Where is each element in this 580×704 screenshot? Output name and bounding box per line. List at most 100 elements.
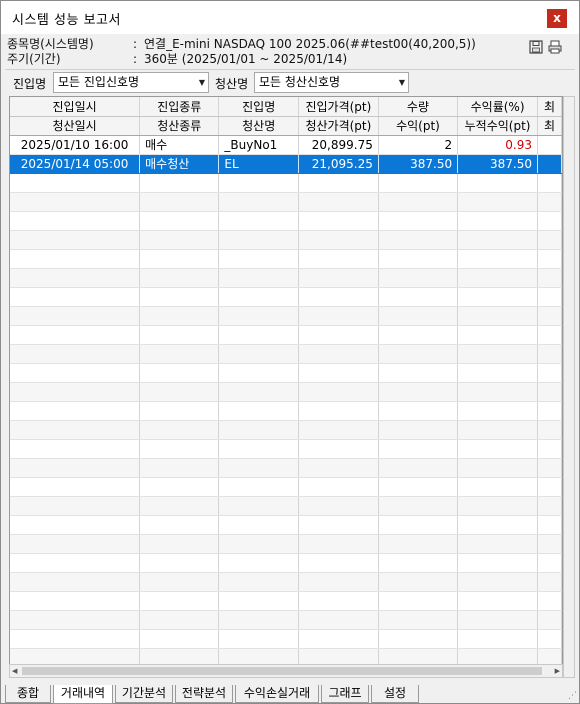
exit-filter-value: 모든 청산신호명: [259, 75, 341, 89]
close-button[interactable]: x: [547, 9, 567, 28]
empty-cell: [378, 477, 459, 497]
colon-separator: :: [133, 37, 138, 51]
empty-cell: [457, 306, 539, 326]
empty-cell: [10, 629, 141, 649]
tab-3[interactable]: 전략분석: [175, 685, 233, 703]
trade-row-entry-cell: 0.93: [457, 135, 539, 155]
empty-row: [10, 382, 562, 402]
empty-cell: [10, 344, 141, 364]
trade-row-exit-cell: 21,095.25: [298, 154, 379, 174]
trade-row-exit-cell: 387.50: [457, 154, 539, 174]
empty-cell: [298, 610, 379, 630]
empty-cell: [457, 287, 539, 307]
empty-cell: [457, 249, 539, 269]
empty-cell: [457, 173, 539, 193]
filter-bar: 진입명 모든 진입신호명 ▼ 청산명 모든 청산신호명 ▼: [5, 69, 575, 95]
empty-row: [10, 211, 562, 231]
empty-cell: [298, 325, 379, 345]
empty-cell: [457, 534, 539, 554]
empty-cell: [378, 268, 459, 288]
tab-0[interactable]: 종합: [5, 685, 51, 703]
empty-cell: [139, 439, 220, 459]
empty-cell: [10, 572, 141, 592]
empty-cell: [298, 306, 379, 326]
trade-row-entry[interactable]: 2025/01/10 16:00 매수 _BuyNo1 20,899.75 2 0.93: [10, 135, 562, 155]
vertical-scrollbar[interactable]: [563, 96, 575, 678]
exit-filter-select[interactable]: 모든 청산신호명 ▼: [254, 72, 409, 93]
empty-cell: [457, 629, 539, 649]
tab-6[interactable]: 설정: [371, 685, 419, 703]
trade-row-entry-cell: _BuyNo1: [218, 135, 299, 155]
empty-row: [10, 268, 562, 288]
print-icon[interactable]: [548, 40, 562, 54]
empty-cell: [139, 496, 220, 516]
report-window: 시스템 성능 보고서 x 종목명(시스템명): 연결_E-mini NASDAQ …: [0, 0, 580, 704]
empty-cell: [218, 401, 299, 421]
header-row-exit-cell: 최: [537, 116, 562, 136]
tab-2[interactable]: 기간분석: [115, 685, 173, 703]
empty-cell: [10, 325, 141, 345]
empty-cell: [10, 496, 141, 516]
horizontal-scroll-thumb[interactable]: [22, 667, 542, 675]
resize-grip-icon[interactable]: ⋰: [568, 691, 577, 701]
empty-cell: [378, 192, 459, 212]
empty-cell: [10, 553, 141, 573]
empty-cell: [139, 211, 220, 231]
empty-cell: [378, 401, 459, 421]
horizontal-scrollbar[interactable]: ◀ ▶: [9, 664, 563, 678]
header-row-entry[interactable]: 진입일시 진입종류 진입명 진입가격(pt) 수량 수익률(%) 최: [10, 97, 562, 117]
empty-cell: [457, 382, 539, 402]
scroll-right-arrow-icon[interactable]: ▶: [555, 667, 560, 675]
empty-row: [10, 249, 562, 269]
empty-cell: [298, 553, 379, 573]
empty-cell: [537, 363, 562, 383]
trade-history-grid[interactable]: 진입일시 진입종류 진입명 진입가격(pt) 수량 수익률(%) 최 청산일시 청산종류 청산명 청…: [9, 96, 563, 678]
empty-cell: [298, 534, 379, 554]
empty-cell: [10, 401, 141, 421]
empty-cell: [298, 268, 379, 288]
empty-cell: [218, 591, 299, 611]
empty-cell: [378, 515, 459, 535]
empty-cell: [218, 306, 299, 326]
empty-cell: [537, 477, 562, 497]
empty-cell: [298, 382, 379, 402]
save-icon[interactable]: [529, 40, 543, 54]
empty-cell: [537, 325, 562, 345]
empty-cell: [10, 610, 141, 630]
tab-4[interactable]: 수익손실거래: [235, 685, 319, 703]
dropdown-arrow-icon: ▼: [198, 78, 205, 87]
header-row-exit-cell: 청산가격(pt): [298, 116, 379, 136]
empty-cell: [10, 591, 141, 611]
trade-row-entry-cell: 매수: [139, 135, 220, 155]
empty-cell: [378, 382, 459, 402]
scroll-left-arrow-icon[interactable]: ◀: [12, 667, 17, 675]
empty-cell: [218, 439, 299, 459]
empty-cell: [537, 230, 562, 250]
empty-cell: [457, 192, 539, 212]
empty-cell: [457, 458, 539, 478]
entry-filter-select[interactable]: 모든 진입신호명 ▼: [53, 72, 209, 93]
trade-row-exit-cell: EL: [218, 154, 299, 174]
period-label: 주기(기간): [7, 52, 61, 66]
exit-filter-label: 청산명: [215, 77, 249, 91]
empty-row: [10, 173, 562, 193]
trade-table: 진입일시 진입종류 진입명 진입가격(pt) 수량 수익률(%) 최 청산일시 청산종류 청산명 청…: [10, 97, 562, 668]
tab-1[interactable]: 거래내역: [53, 685, 113, 704]
header-row-exit-cell: 청산종류: [139, 116, 220, 136]
empty-cell: [537, 192, 562, 212]
empty-cell: [139, 534, 220, 554]
empty-cell: [537, 496, 562, 516]
empty-cell: [10, 211, 141, 231]
tab-5[interactable]: 그래프: [321, 685, 369, 703]
header-row-exit[interactable]: 청산일시 청산종류 청산명 청산가격(pt) 수익(pt) 누적수익(pt) 최: [10, 116, 562, 136]
empty-cell: [218, 572, 299, 592]
trade-row-exit[interactable]: 2025/01/14 05:00 매수청산 EL 21,095.25 387.50 387…: [10, 154, 562, 174]
empty-row: [10, 553, 562, 573]
trade-row-entry-cell: 2025/01/10 16:00: [10, 135, 141, 155]
empty-cell: [218, 173, 299, 193]
header-row-exit-cell: 수익(pt): [378, 116, 459, 136]
empty-cell: [10, 458, 141, 478]
empty-cell: [457, 553, 539, 573]
header-row-exit-cell: 누적수익(pt): [457, 116, 539, 136]
empty-row: [10, 287, 562, 307]
